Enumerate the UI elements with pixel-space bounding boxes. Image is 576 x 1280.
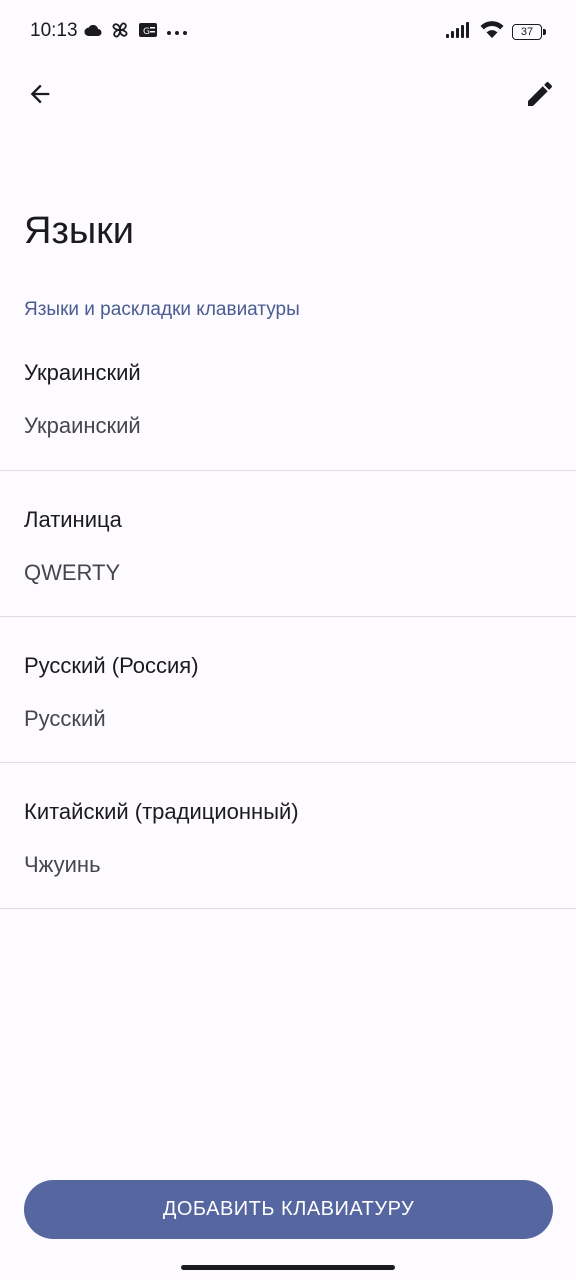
language-layout: Русский: [24, 706, 106, 731]
page-title: Языки: [24, 210, 135, 252]
language-layout: Чжуинь: [24, 852, 101, 877]
battery-level: 37: [512, 24, 542, 40]
edit-button[interactable]: [520, 76, 560, 116]
section-header: Языки и раскладки клавиатуры: [24, 299, 300, 320]
list-item-ukrainian[interactable]: Украинский Украинский: [0, 324, 576, 471]
status-time: 10:13: [30, 20, 78, 41]
status-bar: 10:13 G 37: [0, 0, 576, 64]
add-keyboard-button[interactable]: ДОБАВИТЬ КЛАВИАТУРУ: [24, 1180, 553, 1239]
arrow-back-icon: [26, 80, 54, 113]
list-item-russian[interactable]: Русский (Россия) Русский: [0, 617, 576, 763]
list-item-chinese-traditional[interactable]: Китайский (традиционный) Чжуинь: [0, 763, 576, 909]
status-left-icons: G: [84, 20, 188, 44]
back-button[interactable]: [20, 76, 60, 116]
language-name: Украинский: [24, 360, 141, 385]
language-layout: Украинский: [24, 413, 141, 438]
language-list: Украинский Украинский Латиница QWERTY Ру…: [0, 324, 576, 909]
gesture-nav-handle[interactable]: [181, 1265, 395, 1270]
battery-cap: [543, 29, 546, 35]
svg-text:G: G: [143, 27, 150, 37]
pencil-icon: [524, 78, 556, 115]
status-right-icons: 37: [446, 20, 546, 44]
wifi-icon: [480, 20, 504, 44]
battery-icon: 37: [512, 24, 546, 40]
signal-icon: [446, 21, 472, 43]
more-dots-icon: [166, 23, 188, 41]
pinwheel-icon: [110, 20, 130, 45]
toolbar: [0, 64, 576, 128]
language-name: Русский (Россия): [24, 653, 199, 678]
language-layout: QWERTY: [24, 560, 121, 585]
language-name: Латиница: [24, 507, 122, 532]
g-translate-badge-icon: G: [138, 22, 158, 43]
cloud-icon: [84, 23, 102, 42]
language-name: Китайский (традиционный): [24, 799, 299, 824]
list-item-latin[interactable]: Латиница QWERTY: [0, 471, 576, 617]
